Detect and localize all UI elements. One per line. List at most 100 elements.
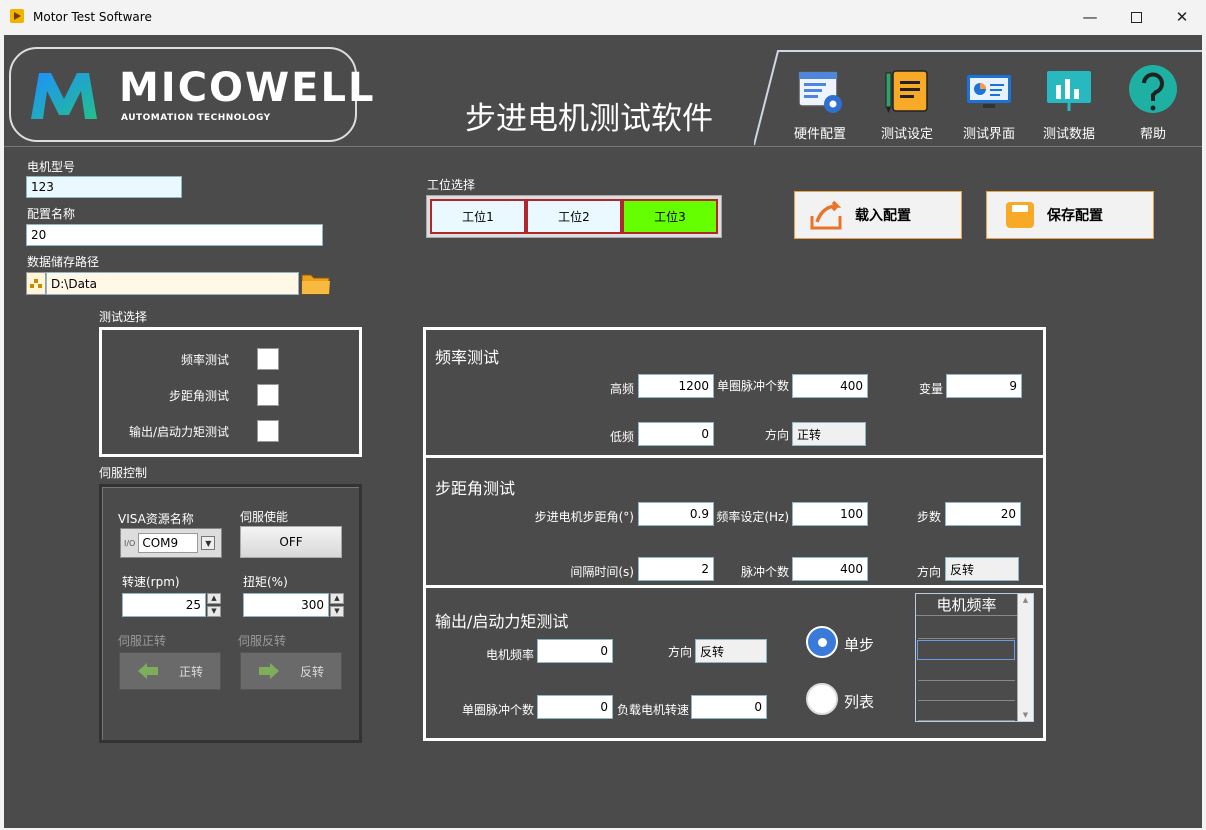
freq-high-input[interactable]: 1200 xyxy=(638,374,714,398)
table-row[interactable] xyxy=(917,640,1015,660)
step-dir-label: 方向 xyxy=(916,565,941,579)
data-path-input[interactable]: D:\Data xyxy=(46,272,299,295)
station-button-3[interactable]: 工位3 xyxy=(622,199,718,234)
step-dir-select[interactable]: 反转 xyxy=(945,557,1019,581)
servo-enable-toggle[interactable]: OFF xyxy=(240,526,342,558)
freq-test-panel: 频率测试 高频 1200 单圈脉冲个数 400 变量 9 低频 0 方向 正转 xyxy=(423,327,1046,458)
radio-list[interactable] xyxy=(806,683,838,715)
freq-pulse-input[interactable]: 400 xyxy=(792,374,868,398)
servo-forward-label: 伺服正转 xyxy=(118,634,167,648)
test-step-checkbox[interactable] xyxy=(257,384,279,406)
toolbar-label: 测试数据 xyxy=(1042,127,1095,142)
app-title: 步进电机测试软件 xyxy=(465,101,713,137)
speed-input[interactable]: 25 xyxy=(122,593,206,617)
torque-input[interactable]: 300 xyxy=(243,593,329,617)
header-underline xyxy=(4,146,1202,147)
torque-test-panel: 输出/启动力矩测试 电机频率 0 方向 反转 单圈脉冲个数 0 负载电机转速 0… xyxy=(423,585,1046,741)
path-browse-icon[interactable] xyxy=(26,272,46,295)
torque-load-speed-input[interactable]: 0 xyxy=(691,695,767,719)
motor-model-input[interactable]: 123 xyxy=(26,176,182,198)
station-button-2[interactable]: 工位2 xyxy=(526,199,622,234)
brand-name: MICOWELL xyxy=(119,65,376,111)
freq-var-label: 变量 xyxy=(918,382,943,396)
step-interval-input[interactable]: 2 xyxy=(638,557,714,581)
radio-single-step[interactable] xyxy=(806,626,838,658)
radio-list-label: 列表 xyxy=(844,693,875,711)
radio-single-label: 单步 xyxy=(844,636,875,654)
step-test-title: 步距角测试 xyxy=(435,479,516,498)
logo-box: MICOWELL AUTOMATION TECHNOLOGY xyxy=(9,47,373,142)
torque-dir-select[interactable]: 反转 xyxy=(695,639,767,663)
torque-label: 扭矩(%) xyxy=(243,575,288,589)
station-label: 工位选择 xyxy=(427,178,476,192)
save-config-button[interactable]: 保存配置 xyxy=(986,191,1154,239)
step-steps-label: 步数 xyxy=(916,510,941,524)
speed-stepper[interactable]: ▲ ▼ xyxy=(207,593,221,617)
load-icon xyxy=(810,200,842,230)
table-header: 电机频率 xyxy=(916,594,1017,616)
servo-label: 伺服控制 xyxy=(99,466,148,480)
help-icon xyxy=(1129,65,1177,113)
visa-select[interactable]: I/O COM9 ▼ xyxy=(120,528,222,558)
torque-pulse-input[interactable]: 0 xyxy=(537,695,613,719)
table-row[interactable] xyxy=(918,682,1015,701)
toolbar-label: 硬件配置 xyxy=(793,127,846,142)
speed-label: 转速(rpm) xyxy=(122,575,180,589)
test-torque-label: 输出/启动力矩测试 xyxy=(128,425,229,439)
freq-low-label: 低频 xyxy=(609,430,634,444)
save-icon xyxy=(1006,202,1034,228)
servo-reverse-button[interactable]: 反转 xyxy=(240,652,342,690)
torque-stepper[interactable]: ▲ ▼ xyxy=(330,593,344,617)
freq-high-label: 高频 xyxy=(609,382,634,396)
arrow-left-icon xyxy=(137,663,158,679)
toolbar-label: 测试界面 xyxy=(962,127,1015,142)
test-torque-checkbox[interactable] xyxy=(257,420,279,442)
toolbar-test-interface[interactable]: 测试界面 xyxy=(950,67,1028,142)
close-button[interactable]: ✕ xyxy=(1159,0,1205,34)
torque-motor-freq-label: 电机频率 xyxy=(485,648,534,662)
visa-label: VISA资源名称 xyxy=(118,512,194,526)
maximize-button[interactable] xyxy=(1113,0,1159,34)
table-row[interactable] xyxy=(918,702,1015,721)
freq-pulse-label: 单圈脉冲个数 xyxy=(716,379,789,393)
freq-var-input[interactable]: 9 xyxy=(946,374,1022,398)
config-name-input[interactable]: 20 xyxy=(26,224,323,246)
data-chart-icon xyxy=(1047,71,1091,111)
step-freq-input[interactable]: 100 xyxy=(792,502,868,526)
servo-forward-button[interactable]: 正转 xyxy=(119,652,221,690)
chevron-down-icon[interactable]: ▼ xyxy=(201,536,216,550)
minimize-button[interactable]: — xyxy=(1067,0,1113,34)
test-select-panel: 频率测试 步距角测试 输出/启动力矩测试 xyxy=(99,327,362,457)
freq-dir-label: 方向 xyxy=(764,428,789,442)
table-scrollbar[interactable]: ▲ ▼ xyxy=(1017,594,1033,721)
step-angle-input[interactable]: 0.9 xyxy=(638,502,714,526)
save-config-label: 保存配置 xyxy=(1047,208,1103,224)
freq-dir-select[interactable]: 正转 xyxy=(792,422,866,446)
freq-low-input[interactable]: 0 xyxy=(638,422,714,446)
servo-reverse-button-label: 反转 xyxy=(299,664,324,679)
visa-io-icon: I/O xyxy=(124,538,136,548)
load-config-button[interactable]: 载入配置 xyxy=(794,191,962,239)
monitor-chart-icon xyxy=(967,75,1011,108)
torque-motor-freq-input[interactable]: 0 xyxy=(537,639,613,663)
main-panel: MICOWELL AUTOMATION TECHNOLOGY 步进电机测试软件 … xyxy=(4,35,1202,828)
test-select-label: 测试选择 xyxy=(99,310,148,324)
toolbar-help[interactable]: 帮助 xyxy=(1114,65,1192,142)
folder-icon[interactable] xyxy=(301,271,331,296)
step-interval-label: 间隔时间(s) xyxy=(570,565,634,579)
station-button-1[interactable]: 工位1 xyxy=(430,199,526,234)
toolbar-test-data[interactable]: 测试数据 xyxy=(1030,67,1108,142)
toolbar-test-settings[interactable]: 测试设定 xyxy=(868,67,946,142)
test-freq-checkbox[interactable] xyxy=(257,348,279,370)
title-bar: Motor Test Software — ✕ xyxy=(0,0,1206,34)
step-pulses-input[interactable]: 400 xyxy=(792,557,868,581)
torque-load-speed-label: 负载电机转速 xyxy=(616,703,689,717)
motor-freq-table[interactable]: 电机频率 ▲ ▼ xyxy=(915,593,1034,722)
toolbar-label: 测试设定 xyxy=(880,127,933,142)
torque-test-title: 输出/启动力矩测试 xyxy=(435,612,569,631)
arrow-right-icon xyxy=(258,663,279,679)
toolbar-hardware-config[interactable]: 硬件配置 xyxy=(781,67,859,142)
step-steps-input[interactable]: 20 xyxy=(945,502,1021,526)
table-row[interactable] xyxy=(918,620,1015,639)
table-row[interactable] xyxy=(918,662,1015,681)
